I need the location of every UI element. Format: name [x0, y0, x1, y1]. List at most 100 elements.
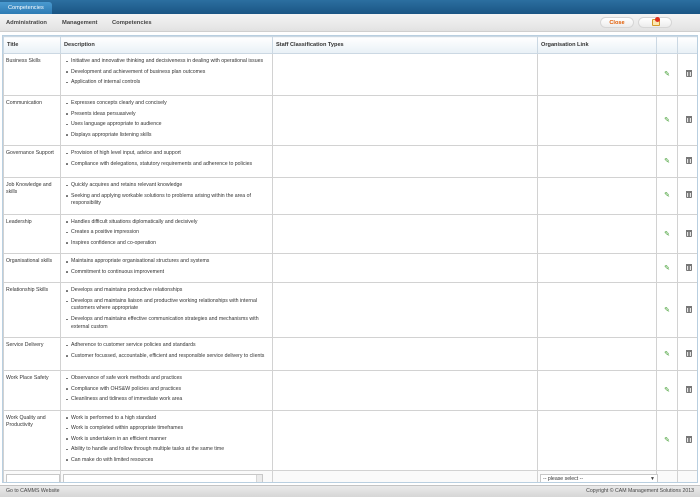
column-header-organisation-link[interactable]: Organisation Link	[537, 36, 657, 54]
edit-pencil-icon[interactable]: ✎	[664, 71, 670, 78]
delete-trash-icon[interactable]	[685, 116, 692, 124]
column-header-delete	[677, 36, 697, 54]
organisation-link-cell	[537, 370, 657, 411]
competency-title: Work Place Safety	[3, 370, 61, 411]
description-item: Handles difficult situations diplomatica…	[63, 219, 270, 227]
competency-description: Initiative and innovative thinking and d…	[60, 53, 273, 96]
edit-pencil-icon[interactable]: ✎	[664, 158, 670, 165]
menu-item-competencies[interactable]: Competencies	[112, 14, 152, 32]
column-header-staff-classification-types[interactable]: Staff Classification Types	[272, 36, 538, 54]
delete-cell	[677, 337, 697, 372]
delete-trash-icon[interactable]	[685, 385, 692, 393]
new-staff-classification-cell	[272, 470, 538, 482]
description-item: Compliance with OHS&W policies and pract…	[63, 386, 270, 394]
delete-cell	[677, 253, 697, 284]
staff-classification-cell	[272, 370, 538, 411]
competency-description: Adherence to customer service policies a…	[60, 337, 273, 372]
description-item: Work is performed to a high standard	[63, 415, 270, 423]
description-item: Customer focussed, accountable, efficien…	[63, 353, 270, 361]
menu-item-administration[interactable]: Administration	[6, 14, 47, 32]
staff-classification-cell	[272, 94, 538, 147]
tab-competencies[interactable]: Competencies	[0, 2, 52, 14]
description-item: Develops and maintains effective communi…	[63, 316, 270, 331]
delete-trash-icon[interactable]	[685, 435, 692, 443]
delete-trash-icon[interactable]	[685, 349, 692, 357]
delete-trash-icon[interactable]	[685, 191, 692, 199]
new-organisation-link-cell: -- please select -- ▼	[537, 470, 658, 483]
column-header-edit	[656, 36, 678, 54]
staff-classification-cell	[272, 177, 538, 215]
organisation-link-cell	[537, 53, 657, 96]
new-title-input[interactable]	[6, 474, 60, 482]
edit-pencil-icon[interactable]: ✎	[664, 307, 670, 314]
organisation-link-cell	[537, 409, 657, 472]
edit-pencil-icon[interactable]: ✎	[664, 117, 670, 124]
camms-website-link[interactable]: Go to CAMMS Website	[6, 486, 60, 497]
new-description-textarea[interactable]	[63, 474, 263, 482]
delete-trash-icon[interactable]	[685, 263, 692, 271]
menu-bar: Administration Management Competencies C…	[0, 14, 700, 32]
edit-cell: ✎	[656, 94, 678, 147]
delete-trash-icon[interactable]	[685, 229, 692, 237]
description-item: Displays appropriate listening skills	[63, 132, 270, 140]
chevron-down-icon: ▼	[650, 476, 655, 483]
staff-classification-cell	[272, 409, 538, 472]
table-row: Work Quality and Productivity Work is per…	[3, 409, 697, 472]
organisation-link-cell	[537, 337, 657, 372]
description-item: Creates a positive impression	[63, 229, 270, 237]
staff-classification-cell	[272, 282, 538, 339]
textarea-scrollbar[interactable]	[256, 475, 262, 482]
competency-description: Expresses concepts clearly and concisely…	[60, 94, 273, 147]
table-row: Communication Expresses concepts clearly …	[3, 94, 697, 147]
table-row: Leadership Handles difficult situations d…	[3, 213, 697, 255]
menu-item-management[interactable]: Management	[62, 14, 97, 32]
save-cell	[656, 470, 678, 482]
delete-trash-icon[interactable]	[685, 70, 692, 77]
description-list: Handles difficult situations diplomatica…	[63, 219, 270, 248]
delete-cell	[677, 53, 697, 96]
organisation-link-cell	[537, 282, 657, 339]
description-item: Development and achievement of business …	[63, 69, 270, 77]
description-item: Initiative and innovative thinking and d…	[63, 58, 270, 66]
competency-title: Job Knowledge and skills	[3, 177, 61, 215]
edit-pencil-icon[interactable]: ✎	[664, 387, 670, 394]
table-row: Business Skills Initiative and innovative…	[3, 53, 697, 96]
column-header-description[interactable]: Description	[60, 36, 273, 54]
description-list: Adherence to customer service policies a…	[63, 342, 270, 360]
edit-cell: ✎	[656, 282, 678, 339]
organisation-link-cell	[537, 253, 657, 284]
description-item: Seeking and applying workable solutions …	[63, 193, 270, 208]
description-item: Uses language appropriate to audience	[63, 121, 270, 129]
competency-description: Observance of safe work methods and prac…	[60, 370, 273, 411]
new-title-cell	[3, 470, 61, 482]
competency-title: Organisational skills	[3, 253, 61, 284]
description-item: Compliance with delegations, statutory r…	[63, 161, 270, 169]
edit-cell: ✎	[656, 253, 678, 284]
column-header-title[interactable]: Title	[3, 36, 61, 54]
staff-classification-cell	[272, 53, 538, 96]
edit-pencil-icon[interactable]: ✎	[664, 231, 670, 238]
close-button[interactable]: Close	[600, 17, 634, 28]
delete-trash-icon[interactable]	[685, 305, 692, 313]
competencies-grid: Title Description Staff Classification T…	[2, 35, 698, 483]
competency-title: Communication	[3, 94, 61, 147]
staff-classification-cell	[272, 253, 538, 284]
description-item: Presents ideas persuasively	[63, 111, 270, 119]
edit-cell: ✎	[656, 177, 678, 215]
description-item: Can make do with limited resources	[63, 457, 270, 465]
organisation-link-select[interactable]: -- please select -- ▼	[540, 474, 658, 483]
description-item: Quickly acquires and retains relevant kn…	[63, 182, 270, 190]
delete-trash-icon[interactable]	[685, 157, 692, 165]
delete-cell	[677, 177, 697, 215]
description-item: Application of internal controls	[63, 79, 270, 87]
description-list: Observance of safe work methods and prac…	[63, 375, 270, 404]
add-button[interactable]	[638, 17, 672, 28]
edit-pencil-icon[interactable]: ✎	[664, 265, 670, 272]
table-row: Organisational skills Maintains appropria…	[3, 253, 697, 284]
description-item: Expresses concepts clearly and concisely	[63, 100, 270, 108]
edit-pencil-icon[interactable]: ✎	[664, 437, 670, 444]
table-row: Job Knowledge and skills Quickly acquires…	[3, 177, 697, 215]
edit-pencil-icon[interactable]: ✎	[664, 192, 670, 199]
edit-pencil-icon[interactable]: ✎	[664, 351, 670, 358]
table-row: Work Place Safety Observance of safe work…	[3, 370, 697, 411]
